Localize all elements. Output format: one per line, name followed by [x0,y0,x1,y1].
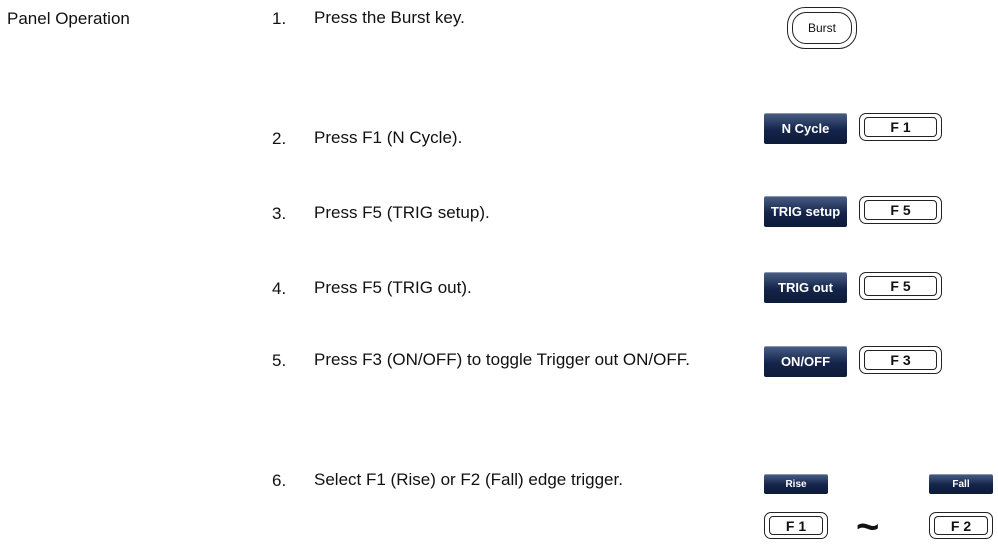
softkey-on-off[interactable]: ON/OFF [764,346,847,377]
softkey-fall[interactable]: Fall [929,474,993,494]
step-2-number: 2. [272,129,287,148]
step-1-text: Press the Burst key. [314,8,465,27]
f1-key[interactable]: F 1 [859,113,942,141]
step-4-number: 4. [272,279,287,298]
f1-key-label: F 1 [769,516,823,535]
tilde-symbol: ~ [856,505,880,549]
f3-key[interactable]: F 3 [859,346,942,374]
step-6-number: 6. [272,471,287,490]
step-5-text: Press F3 (ON/OFF) to toggle Trigger out … [314,350,690,369]
softkey-trig-out[interactable]: TRIG out [764,272,847,303]
softkey-trig-setup[interactable]: TRIG setup [764,196,847,227]
step-6-text: Select F1 (Rise) or F2 (Fall) edge trigg… [314,470,623,489]
f5-key[interactable]: F 5 [859,196,942,224]
burst-key-label: Burst [792,12,852,44]
burst-key[interactable]: Burst [787,7,857,49]
f2-key[interactable]: F 2 [929,512,993,539]
f2-key-label: F 2 [934,516,988,535]
f5-key[interactable]: F 5 [859,272,942,300]
f5-key-label: F 5 [864,276,937,296]
f5-key-label: F 5 [864,200,937,220]
softkey-rise[interactable]: Rise [764,474,828,494]
step-2-text: Press F1 (N Cycle). [314,128,463,147]
step-1-number: 1. [272,9,287,28]
softkey-n-cycle[interactable]: N Cycle [764,113,847,144]
f1-key-label: F 1 [864,117,937,137]
f3-key-label: F 3 [864,350,937,370]
step-5-number: 5. [272,351,287,370]
f1-key[interactable]: F 1 [764,512,828,539]
step-3-text: Press F5 (TRIG setup). [314,203,490,222]
step-3-number: 3. [272,204,287,223]
section-label: Panel Operation [7,9,130,28]
step-4-text: Press F5 (TRIG out). [314,278,472,297]
